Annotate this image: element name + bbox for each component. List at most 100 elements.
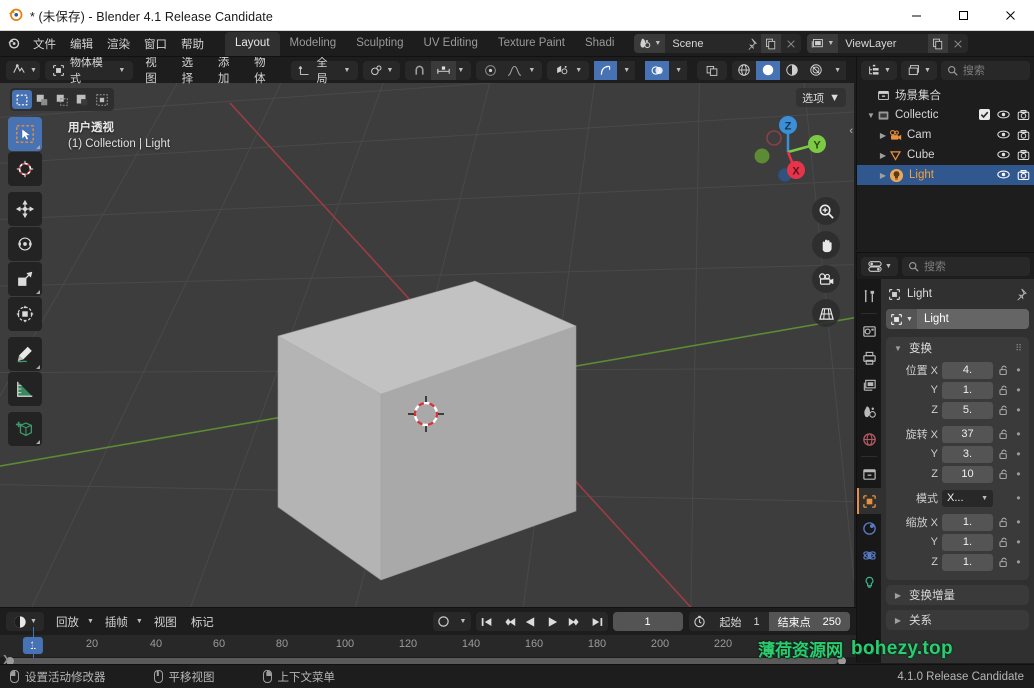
eye-icon[interactable] [997,149,1010,161]
maximize-button[interactable] [940,0,987,31]
timeline-ruler[interactable]: 20 40 60 80 100 120 140 160 180 200 220 … [0,635,856,657]
next-keyframe-icon[interactable] [564,612,586,631]
lock-open-icon[interactable] [997,405,1010,416]
animate-property-icon[interactable]: • [1014,516,1023,528]
select-extend-icon[interactable] [32,90,52,109]
tab-modeling[interactable]: Modeling [280,32,347,56]
chevron-down-icon[interactable]: ▼ [892,344,904,353]
animate-property-icon[interactable]: • [1014,492,1023,504]
auto-keying-toggle[interactable]: ▼ [432,612,471,631]
object-browse-icon[interactable]: ▼ [886,309,917,329]
animate-property-icon[interactable]: • [1014,384,1023,396]
object-types-visibility[interactable]: ▼ [547,60,590,80]
prev-keyframe-icon[interactable] [498,612,520,631]
rotation-y-field[interactable]: 3. [942,445,993,463]
position-x-field[interactable]: 4. [942,361,993,379]
object-id-block[interactable]: ▼ Light [886,309,1029,329]
relations-panel[interactable]: ▶ 关系 [886,610,1029,630]
overlays-icon[interactable] [645,60,670,80]
viewport-canvas[interactable] [0,83,854,607]
output-tab[interactable] [857,345,881,371]
record-icon[interactable] [433,612,455,631]
proportional-edit-icon[interactable] [479,61,502,80]
timeline-editor[interactable]: ▼ 回放 ▼ 插帧 ▼ 视图 标记 ▼ 1 起始 1 结束点 250 20 40… [0,607,856,665]
camera-render-icon[interactable] [1017,169,1030,181]
lock-open-icon[interactable] [997,517,1010,528]
jump-end-icon[interactable] [586,612,608,631]
view-layer-tab[interactable] [857,372,881,398]
unlink-viewlayer-icon[interactable] [948,34,968,53]
menu-render[interactable]: 渲染 [100,33,137,55]
delta-transform-panel[interactable]: ▶ 变换增量 [886,585,1029,605]
gizmo-controls[interactable]: ▼ [594,60,636,80]
lock-open-icon[interactable] [997,365,1010,376]
collection-tab[interactable] [857,461,881,487]
magnet-icon[interactable] [408,61,431,80]
collection-checkbox[interactable] [979,109,990,121]
zoom-icon[interactable] [812,197,840,225]
eye-icon[interactable] [997,169,1010,181]
properties-editor-type[interactable]: ▼ [861,256,898,276]
rotation-x-field[interactable]: 37 [942,425,993,443]
viewport-menu-add[interactable]: 添加 [211,57,247,88]
scale-tool[interactable] [8,262,42,296]
chevron-down-icon[interactable]: ▼ [865,111,877,120]
shading-rendered-icon[interactable] [804,61,828,80]
eye-icon[interactable] [997,129,1010,141]
tab-sculpting[interactable]: Sculpting [346,32,413,56]
animate-property-icon[interactable]: • [1014,428,1023,440]
menu-window[interactable]: 窗口 [137,33,174,55]
xray-toggle[interactable] [697,60,728,80]
shading-solid-icon[interactable] [756,60,781,80]
select-invert-icon[interactable] [72,90,92,109]
play-reverse-icon[interactable] [520,612,542,631]
position-z-field[interactable]: 5. [942,401,993,419]
shading-dropdown[interactable]: ▼ [828,60,847,80]
editor-type-3dview-icon[interactable]: ▼ [6,60,40,80]
menu-file[interactable]: 文件 [26,33,63,55]
tweak-select-box-tool[interactable] [8,117,42,151]
auto-keying-dropdown[interactable]: ▼ [455,612,471,631]
close-button[interactable] [987,0,1034,31]
scene-selector[interactable]: ▼ Scene [634,34,802,53]
outliner-filter[interactable]: ▼ [900,60,937,80]
falloff-curve-icon[interactable] [502,61,527,80]
lock-open-icon[interactable] [997,385,1010,396]
animate-property-icon[interactable]: • [1014,536,1023,548]
overlays-controls[interactable]: ▼ [645,60,688,80]
play-icon[interactable] [542,612,564,631]
camera-render-icon[interactable] [1017,149,1030,161]
proportional-edit-controls[interactable]: ▼ [476,60,543,80]
mode-selector[interactable]: 物体模式 ▼ [44,57,134,85]
viewlayer-selector[interactable]: ▼ ViewLayer [807,34,969,53]
camera-view-icon[interactable] [812,265,840,293]
object-types-visibility-icon[interactable] [550,61,574,80]
transform-panel-header[interactable]: ▼ 变换 ⠿ [886,337,1029,359]
timeline-menu-keying[interactable]: 插帧 [98,611,135,633]
tab-texture-paint[interactable]: Texture Paint [488,32,575,56]
viewport-menu-view[interactable]: 视图 [138,57,174,88]
animate-property-icon[interactable]: • [1014,468,1023,480]
pin-icon[interactable] [741,34,761,53]
menu-help[interactable]: 帮助 [174,33,211,55]
world-tab[interactable] [857,426,881,452]
viewport-navigation-gizmo[interactable]: Z Y X [748,112,828,192]
add-cube-tool[interactable] [8,412,42,446]
menu-edit[interactable]: 编辑 [63,33,100,55]
scene-tab[interactable] [857,399,881,425]
chevron-right-icon[interactable]: ▶ [892,616,904,625]
jump-start-icon[interactable] [476,612,498,631]
pivot-point-selector[interactable]: ▼ [363,60,401,80]
new-viewlayer-icon[interactable] [928,34,949,53]
animate-property-icon[interactable]: • [1014,364,1023,376]
end-frame-field[interactable]: 结束点 250 [768,612,850,631]
chevron-right-icon[interactable]: ▶ [877,131,889,140]
lock-open-icon[interactable] [997,449,1010,460]
chevron-right-icon[interactable]: ▶ [877,151,889,160]
viewlayer-icon[interactable]: ▼ [807,34,839,53]
properties-search-input[interactable]: 搜索 [901,256,1030,276]
select-intersect-icon[interactable] [92,90,112,109]
lock-open-icon[interactable] [997,537,1010,548]
tab-layout[interactable]: Layout [225,31,280,56]
unlink-scene-icon[interactable] [781,34,801,53]
